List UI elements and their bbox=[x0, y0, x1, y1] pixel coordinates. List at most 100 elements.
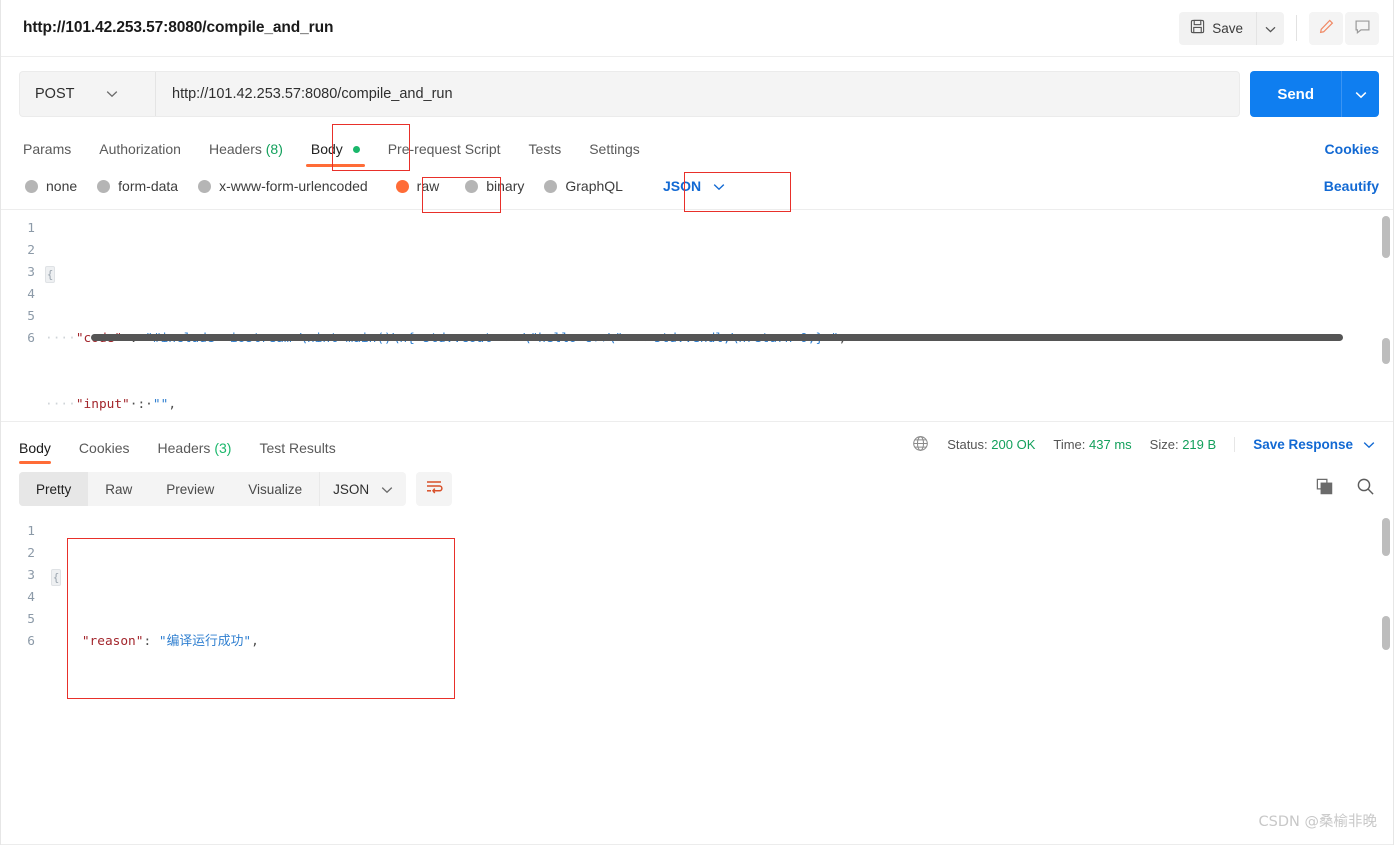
response-body-viewer[interactable]: 1 2 3 4 5 6 { "reason": "编译运行成功", "statu… bbox=[1, 513, 1393, 673]
response-tab-body-label: Body bbox=[19, 439, 51, 456]
line-number: 1 bbox=[27, 221, 35, 236]
response-tab-headers[interactable]: Headers (3) bbox=[144, 440, 246, 468]
body-type-binary-label: binary bbox=[486, 178, 525, 194]
tab-settings[interactable]: Settings bbox=[575, 141, 654, 167]
send-button[interactable]: Send bbox=[1250, 71, 1341, 117]
save-dropdown-button[interactable] bbox=[1256, 11, 1284, 45]
search-button[interactable] bbox=[1356, 477, 1375, 501]
response-format-selector[interactable]: JSON bbox=[319, 472, 406, 506]
save-response-label: Save Response bbox=[1253, 437, 1353, 452]
tab-params[interactable]: Params bbox=[19, 141, 85, 167]
chevron-down-icon bbox=[106, 85, 118, 103]
request-tabs: Params Authorization Headers (8) Body Pr… bbox=[1, 129, 1393, 167]
save-button-label: Save bbox=[1212, 20, 1243, 36]
body-type-urlencoded[interactable]: x-www-form-urlencoded bbox=[198, 178, 368, 194]
tab-pre-request-script-label: Pre-request Script bbox=[387, 141, 501, 157]
size-label: Size: bbox=[1149, 437, 1179, 452]
body-type-form-data[interactable]: form-data bbox=[97, 178, 178, 194]
body-type-binary[interactable]: binary bbox=[465, 178, 524, 194]
body-type-urlencoded-label: x-www-form-urlencoded bbox=[219, 178, 368, 194]
tab-authorization-label: Authorization bbox=[99, 141, 181, 157]
body-type-graphql[interactable]: GraphQL bbox=[544, 178, 623, 194]
comment-button[interactable] bbox=[1345, 11, 1379, 45]
body-format-label: JSON bbox=[662, 178, 702, 194]
request-code-area[interactable]: 1 2 3 4 5 6 { ····"code"·:·"#include·<io… bbox=[1, 210, 1393, 421]
url-input[interactable] bbox=[156, 72, 1240, 116]
tab-headers-count: (8) bbox=[265, 141, 283, 157]
send-dropdown-button[interactable] bbox=[1341, 71, 1379, 117]
line-number: 6 bbox=[27, 634, 35, 649]
tab-headers[interactable]: Headers (8) bbox=[195, 141, 297, 167]
status-label: Status: bbox=[947, 437, 988, 452]
response-view-preview[interactable]: Preview bbox=[149, 472, 231, 506]
body-type-raw-label: raw bbox=[416, 178, 440, 194]
top-bar-actions: Save bbox=[1179, 11, 1379, 45]
body-type-raw[interactable]: raw bbox=[395, 178, 440, 194]
response-code-area[interactable]: 1 2 3 4 5 6 { "reason": "编译运行成功", "statu… bbox=[1, 513, 1393, 673]
response-meta: Status: 200 OK Time: 437 ms Size: 219 B … bbox=[912, 435, 1375, 455]
line-number: 6 bbox=[27, 331, 35, 346]
word-wrap-button[interactable] bbox=[416, 472, 453, 506]
response-tab-test-results-label: Test Results bbox=[259, 439, 336, 456]
response-vertical-scrollbar-lower[interactable] bbox=[1382, 616, 1390, 650]
response-toolbar: Pretty Raw Preview Visualize JSON bbox=[1, 467, 1393, 513]
send-button-group: Send bbox=[1250, 71, 1379, 117]
chevron-down-icon bbox=[381, 482, 393, 497]
tab-body-label: Body bbox=[310, 141, 343, 157]
time-field: Time: 437 ms bbox=[1053, 437, 1131, 452]
request-horizontal-scrollbar[interactable] bbox=[91, 334, 1343, 341]
fold-icon[interactable]: { bbox=[51, 569, 61, 586]
fold-icon[interactable]: { bbox=[45, 266, 55, 283]
response-view-raw[interactable]: Raw bbox=[88, 472, 149, 506]
tab-body[interactable]: Body bbox=[297, 141, 374, 167]
response-view-switch: Pretty Raw Preview Visualize JSON bbox=[19, 472, 407, 506]
response-view-pretty[interactable]: Pretty bbox=[19, 472, 89, 506]
response-vertical-scrollbar[interactable] bbox=[1382, 518, 1390, 556]
time-label: Time: bbox=[1053, 437, 1086, 452]
body-format-selector[interactable]: JSON bbox=[653, 173, 735, 199]
request-vertical-scrollbar-lower[interactable] bbox=[1382, 338, 1390, 364]
tab-authorization[interactable]: Authorization bbox=[85, 141, 195, 167]
response-status-bar: Body Cookies Headers (3) Test Results St… bbox=[1, 421, 1393, 467]
line-number: 4 bbox=[27, 287, 35, 302]
response-tab-cookies[interactable]: Cookies bbox=[65, 440, 144, 468]
line-number: 2 bbox=[27, 243, 35, 258]
line-number: 4 bbox=[27, 590, 35, 605]
top-bar: http://101.42.253.57:8080/compile_and_ru… bbox=[1, 0, 1393, 57]
cookies-link[interactable]: Cookies bbox=[1325, 141, 1379, 167]
line-number: 3 bbox=[27, 568, 35, 583]
response-tab-headers-label: Headers bbox=[157, 439, 211, 456]
request-gutter: 1 2 3 4 5 6 bbox=[1, 210, 45, 421]
response-code-lines[interactable]: { "reason": "编译运行成功", "status": 0, "stde… bbox=[45, 513, 1393, 673]
tab-headers-label: Headers bbox=[208, 141, 262, 157]
time-value: 437 ms bbox=[1089, 437, 1132, 452]
response-tab-body[interactable]: Body bbox=[19, 440, 65, 468]
line-number: 1 bbox=[27, 524, 35, 539]
line-number: 5 bbox=[27, 309, 35, 324]
tab-tests-label: Tests bbox=[528, 141, 562, 157]
response-tab-test-results[interactable]: Test Results bbox=[245, 440, 349, 468]
edit-request-button[interactable] bbox=[1309, 11, 1343, 45]
radio-icon bbox=[465, 179, 479, 193]
response-tab-cookies-label: Cookies bbox=[78, 439, 130, 456]
response-tabs: Body Cookies Headers (3) Test Results bbox=[19, 422, 350, 468]
tab-tests[interactable]: Tests bbox=[515, 141, 576, 167]
save-response-button[interactable]: Save Response bbox=[1234, 437, 1375, 452]
request-code-lines[interactable]: { ····"code"·:·"#include·<iostream>\nint… bbox=[45, 210, 1393, 421]
word-wrap-icon bbox=[425, 479, 443, 500]
method-selector[interactable]: POST bbox=[20, 72, 156, 116]
copy-button[interactable] bbox=[1315, 477, 1334, 501]
pencil-icon bbox=[1318, 18, 1335, 38]
status-value: 200 OK bbox=[991, 437, 1036, 452]
tab-params-label: Params bbox=[23, 141, 72, 157]
request-body-editor[interactable]: 1 2 3 4 5 6 { ····"code"·:·"#include·<io… bbox=[1, 209, 1393, 421]
body-type-none[interactable]: none bbox=[25, 178, 77, 194]
toolbar-divider bbox=[1296, 15, 1297, 41]
response-tab-headers-count: (3) bbox=[214, 439, 232, 456]
save-button[interactable]: Save bbox=[1179, 11, 1256, 45]
request-vertical-scrollbar[interactable] bbox=[1382, 216, 1390, 258]
tab-pre-request-script[interactable]: Pre-request Script bbox=[374, 141, 515, 167]
chevron-down-icon bbox=[1265, 21, 1276, 36]
beautify-button[interactable]: Beautify bbox=[1324, 178, 1379, 194]
response-view-visualize[interactable]: Visualize bbox=[231, 472, 319, 506]
